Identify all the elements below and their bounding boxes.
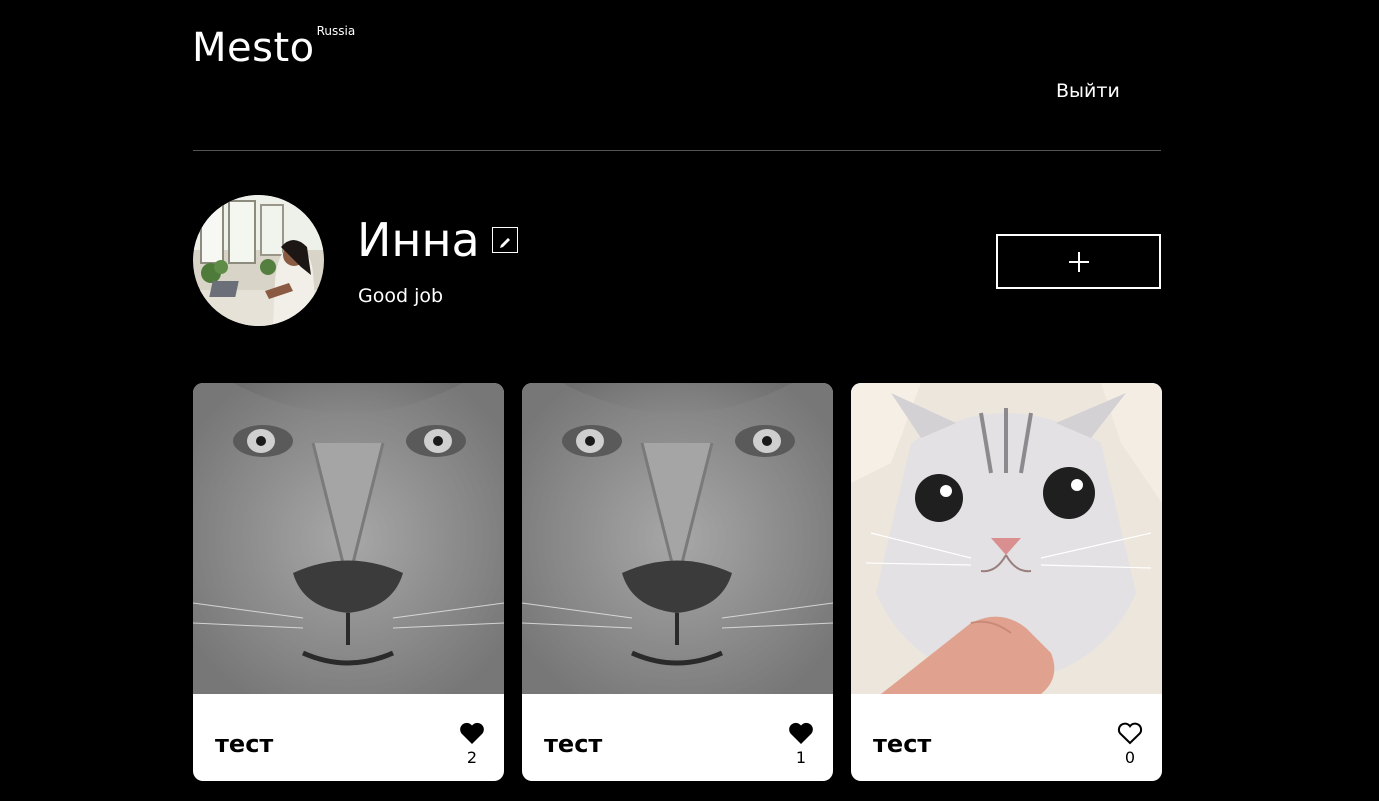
logo: Mesto Russia <box>192 24 356 71</box>
pencil-icon <box>500 237 510 248</box>
like-group: 1 <box>786 722 816 767</box>
card-title: тест <box>544 730 603 758</box>
card-footer: тест 1 <box>522 694 833 781</box>
card-title: тест <box>873 730 932 758</box>
avatar-image <box>193 195 324 326</box>
header-divider <box>193 150 1161 151</box>
card: тест 0 <box>851 383 1162 781</box>
like-button[interactable] <box>788 722 814 748</box>
like-count: 2 <box>466 748 478 767</box>
like-button[interactable] <box>459 722 485 748</box>
logo-subtitle: Russia <box>316 24 356 38</box>
heart-outline-icon <box>1117 722 1143 745</box>
card-title: тест <box>215 730 274 758</box>
page: Mesto Russia Выйти Инна Good job тест 2 … <box>0 0 1379 801</box>
logo-text: Mesto <box>192 25 315 71</box>
profile-name: Инна <box>357 213 480 267</box>
like-count: 0 <box>1124 748 1136 767</box>
logout-button[interactable]: Выйти <box>1056 80 1120 102</box>
like-group: 2 <box>457 722 487 767</box>
heart-filled-icon <box>460 722 484 744</box>
card: тест 2 <box>193 383 504 781</box>
cards-grid: тест 2 тест 1 тест 0 <box>193 383 1162 781</box>
heart-filled-icon <box>789 722 813 744</box>
avatar[interactable] <box>193 195 324 326</box>
plus-icon <box>1068 251 1089 272</box>
like-group: 0 <box>1115 722 1145 767</box>
card-image-cat[interactable] <box>851 383 1162 694</box>
edit-profile-button[interactable] <box>492 227 518 253</box>
card-footer: тест 0 <box>851 694 1162 781</box>
profile-about: Good job <box>358 285 444 307</box>
add-card-button[interactable] <box>996 234 1161 289</box>
card-footer: тест 2 <box>193 694 504 781</box>
like-button[interactable] <box>1117 722 1143 748</box>
like-count: 1 <box>795 748 807 767</box>
card-image-lion[interactable] <box>193 383 504 694</box>
card: тест 1 <box>522 383 833 781</box>
card-image-lion[interactable] <box>522 383 833 694</box>
